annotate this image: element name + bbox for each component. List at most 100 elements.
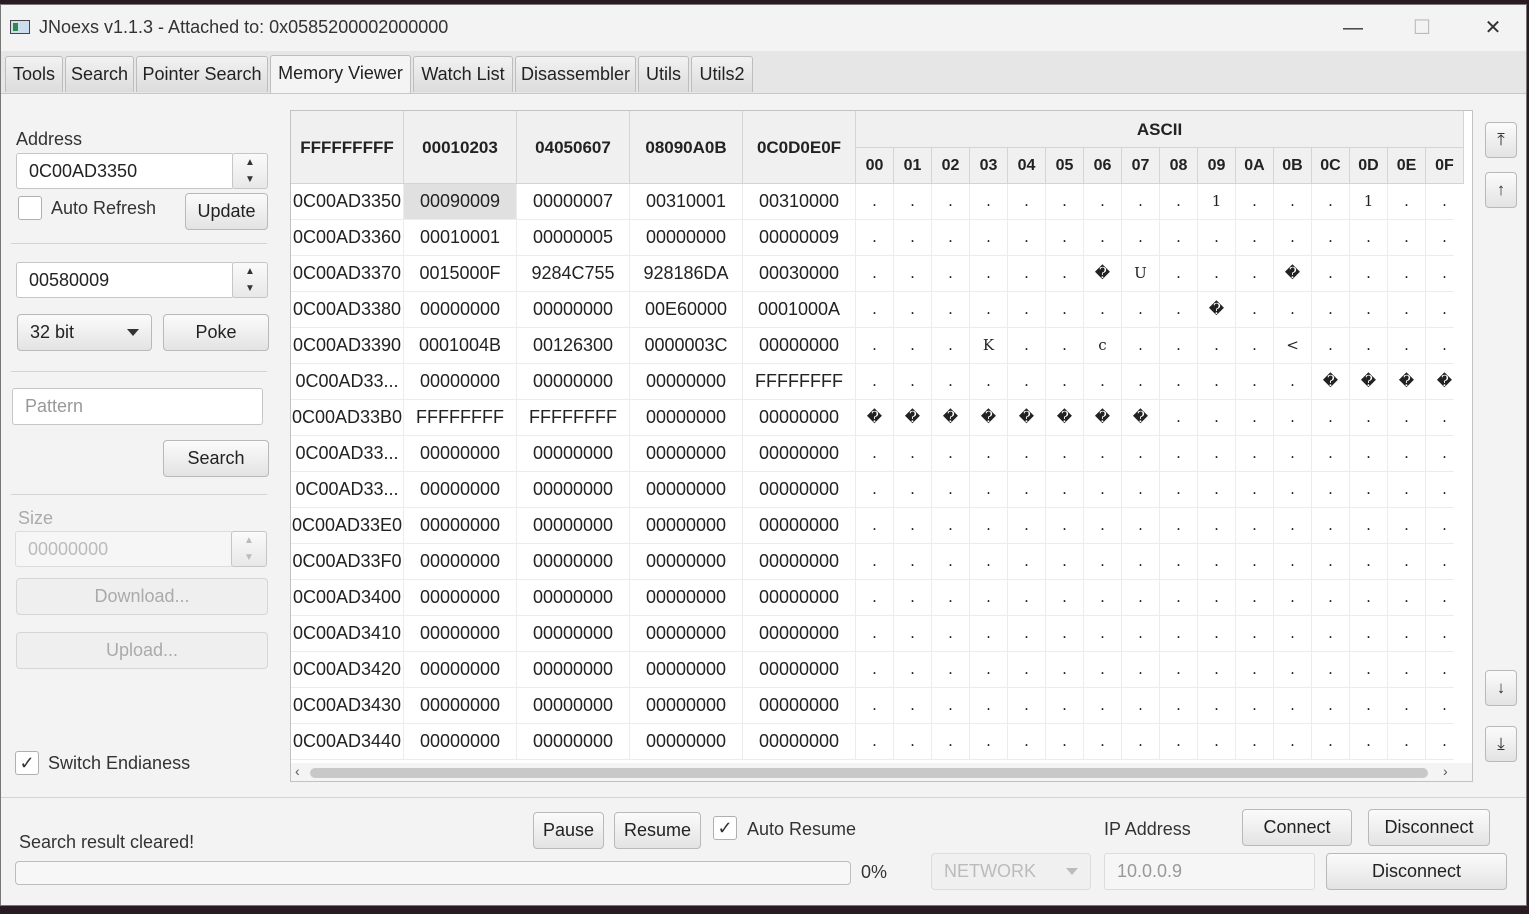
ascii-cell[interactable]: .	[1046, 472, 1084, 507]
column-header-word[interactable]: 04050607	[517, 111, 630, 184]
ascii-cell[interactable]: .	[1274, 688, 1312, 723]
spinner-up-icon[interactable]: ▲	[233, 154, 267, 171]
ascii-cell[interactable]: K	[970, 328, 1008, 363]
address-cell[interactable]: 0C00AD3440	[291, 724, 404, 759]
ascii-cell[interactable]: .	[1350, 580, 1388, 615]
ascii-cell[interactable]: .	[1160, 688, 1198, 723]
ascii-cell[interactable]: .	[1388, 508, 1426, 543]
ascii-cell[interactable]: .	[1160, 652, 1198, 687]
address-cell[interactable]: 0C00AD33B0	[291, 400, 404, 435]
ascii-cell[interactable]: .	[1236, 220, 1274, 255]
disconnect-button-bottom[interactable]: Disconnect	[1326, 853, 1507, 890]
ascii-cell[interactable]: .	[932, 616, 970, 651]
ascii-cell[interactable]: .	[970, 688, 1008, 723]
word-cell[interactable]: 00000000	[630, 544, 743, 579]
ascii-cell[interactable]: .	[856, 436, 894, 471]
ascii-cell[interactable]: .	[1236, 292, 1274, 327]
spinner-down-icon[interactable]: ▼	[232, 549, 266, 566]
ascii-cell[interactable]: .	[1122, 220, 1160, 255]
ascii-cell[interactable]: .	[1426, 544, 1454, 579]
ascii-cell[interactable]: .	[856, 292, 894, 327]
ascii-cell[interactable]: .	[1198, 652, 1236, 687]
ascii-cell[interactable]: .	[932, 256, 970, 291]
ascii-cell[interactable]: .	[1084, 472, 1122, 507]
ascii-cell[interactable]: .	[932, 508, 970, 543]
word-cell[interactable]: 00000000	[630, 652, 743, 687]
ascii-cell[interactable]: .	[1236, 652, 1274, 687]
ascii-cell[interactable]: 1	[1350, 184, 1388, 219]
ascii-cell[interactable]: .	[1350, 220, 1388, 255]
ascii-cell[interactable]: .	[1388, 688, 1426, 723]
address-cell[interactable]: 0C00AD3420	[291, 652, 404, 687]
ascii-cell[interactable]: .	[970, 724, 1008, 759]
ascii-cell[interactable]: .	[1274, 400, 1312, 435]
address-cell[interactable]: 0C00AD33...	[291, 364, 404, 399]
address-cell[interactable]: 0C00AD33...	[291, 436, 404, 471]
ascii-cell[interactable]: .	[894, 364, 932, 399]
ascii-cell[interactable]: .	[1046, 688, 1084, 723]
ascii-cell[interactable]: .	[894, 436, 932, 471]
ascii-cell[interactable]: .	[1312, 616, 1350, 651]
address-cell[interactable]: 0C00AD3390	[291, 328, 404, 363]
tab-tools[interactable]: Tools	[5, 56, 63, 92]
word-cell[interactable]: 0001000A	[743, 292, 856, 327]
table-row[interactable]: 0C00AD3410 00000000 00000000 00000000 000000…	[291, 616, 1454, 652]
ascii-cell[interactable]: .	[1426, 688, 1454, 723]
ascii-cell[interactable]: .	[1008, 328, 1046, 363]
ascii-cell[interactable]: 1	[1198, 184, 1236, 219]
ascii-cell[interactable]: �	[1426, 364, 1454, 399]
scroll-right-arrow-icon[interactable]: ›	[1443, 763, 1448, 779]
ascii-cell[interactable]: .	[1236, 544, 1274, 579]
ascii-cell[interactable]: .	[970, 652, 1008, 687]
ascii-cell[interactable]: .	[1160, 544, 1198, 579]
ascii-cell[interactable]: .	[1350, 256, 1388, 291]
spinner-down-icon[interactable]: ▼	[233, 171, 267, 188]
word-cell[interactable]: 00310001	[630, 184, 743, 219]
ascii-cell[interactable]: .	[1388, 436, 1426, 471]
ascii-cell[interactable]: .	[894, 508, 932, 543]
ascii-cell[interactable]: .	[1084, 220, 1122, 255]
ip-address-input[interactable]: 10.0.0.9	[1104, 853, 1315, 890]
ascii-cell[interactable]: U	[1122, 256, 1160, 291]
poke-value-spinner[interactable]: ▲ ▼	[232, 262, 268, 298]
ascii-cell[interactable]: .	[1008, 472, 1046, 507]
ascii-cell[interactable]: .	[1312, 724, 1350, 759]
switch-endianess-checkbox[interactable]: ✓	[15, 751, 39, 775]
ascii-cell[interactable]: .	[1236, 724, 1274, 759]
word-cell[interactable]: 00000000	[630, 436, 743, 471]
tab-memory-viewer[interactable]: Memory Viewer	[270, 55, 411, 93]
word-cell[interactable]: 00090009	[404, 184, 517, 219]
ascii-cell[interactable]: .	[1312, 472, 1350, 507]
ascii-cell[interactable]: .	[1046, 544, 1084, 579]
address-cell[interactable]: 0C00AD3360	[291, 220, 404, 255]
tab-utils[interactable]: Utils	[638, 56, 689, 92]
word-cell[interactable]: 00000000	[743, 328, 856, 363]
word-cell[interactable]: 0000003C	[630, 328, 743, 363]
ascii-cell[interactable]: .	[1084, 184, 1122, 219]
ascii-cell[interactable]: .	[1388, 580, 1426, 615]
ascii-cell[interactable]: .	[894, 544, 932, 579]
ascii-cell[interactable]: .	[1350, 436, 1388, 471]
tab-watch-list[interactable]: Watch List	[413, 56, 513, 92]
ascii-cell[interactable]: .	[1046, 364, 1084, 399]
bit-size-select[interactable]: 32 bit	[17, 314, 152, 351]
ascii-cell[interactable]: .	[1388, 472, 1426, 507]
ascii-cell[interactable]: .	[1046, 652, 1084, 687]
word-cell[interactable]: 00000000	[743, 436, 856, 471]
word-cell[interactable]: 00000000	[743, 544, 856, 579]
ascii-cell[interactable]: .	[856, 724, 894, 759]
address-cell[interactable]: 0C00AD3400	[291, 580, 404, 615]
ascii-cell[interactable]: .	[1426, 328, 1454, 363]
ascii-cell[interactable]: .	[1046, 256, 1084, 291]
word-cell[interactable]: 9284C755	[517, 256, 630, 291]
word-cell[interactable]: 00000000	[743, 580, 856, 615]
ascii-cell[interactable]: .	[1350, 472, 1388, 507]
address-cell[interactable]: 0C00AD33...	[291, 472, 404, 507]
ascii-cell[interactable]: .	[1274, 652, 1312, 687]
ascii-cell[interactable]: .	[1312, 256, 1350, 291]
ascii-cell[interactable]: .	[932, 688, 970, 723]
address-cell[interactable]: 0C00AD33E0	[291, 508, 404, 543]
word-cell[interactable]: 00010001	[404, 220, 517, 255]
word-cell[interactable]: 00000009	[743, 220, 856, 255]
disconnect-button-top[interactable]: Disconnect	[1368, 809, 1490, 846]
